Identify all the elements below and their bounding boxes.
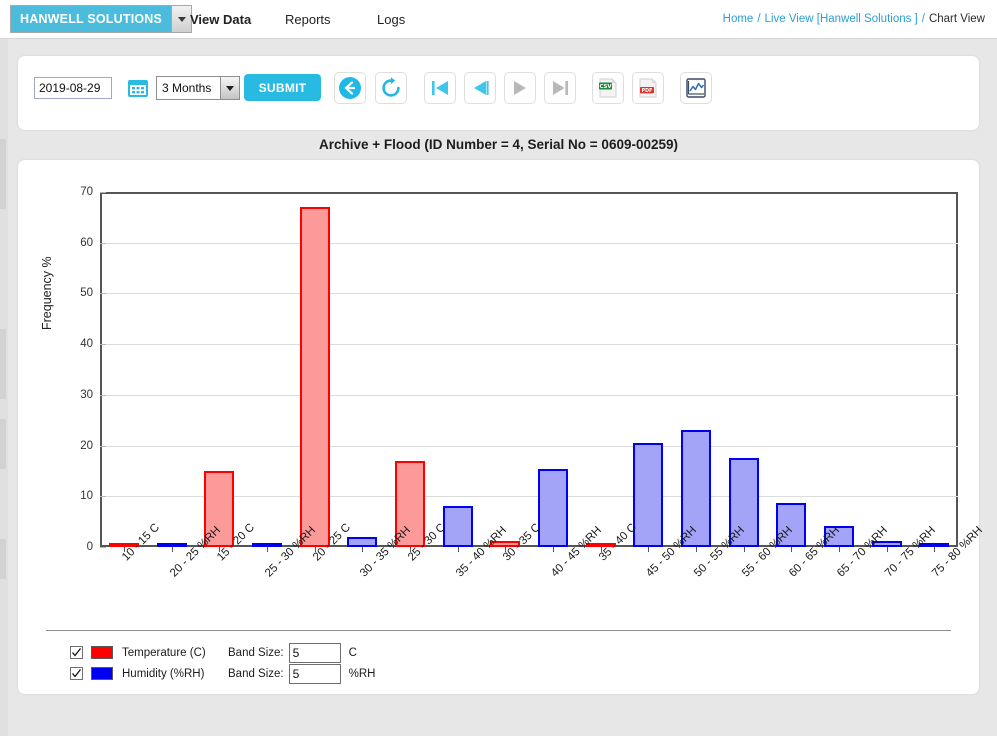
submit-button[interactable]: SUBMIT [244,74,321,101]
x-tick-mark [362,547,363,552]
breadcrumb-current: Chart View [929,13,985,25]
x-tick-mark [553,547,554,552]
x-tick-mark [172,547,173,552]
range-select-value: 3 Months [157,81,220,95]
x-tick-mark [267,547,268,552]
legend-row-humidity: Humidity (%RH) Band Size: %RH [70,663,383,684]
chart-bar[interactable] [633,443,663,547]
x-tick-mark [696,547,697,552]
y-tick-label: 70 [80,186,93,198]
temperature-legend-label: Temperature (C) [122,647,228,659]
previous-page-button[interactable] [464,72,496,104]
brand-label: HANWELL SOLUTIONS [11,6,171,32]
export-csv-button[interactable]: CSV [592,72,624,104]
last-page-button[interactable] [544,72,576,104]
range-select[interactable]: 3 Months [156,76,240,100]
chart-options-button[interactable] [680,72,712,104]
x-tick-mark [648,547,649,552]
toolbar-panel: 3 Months SUBMIT [18,56,979,130]
x-tick-mark [887,547,888,552]
humidity-checkbox[interactable] [70,667,83,680]
chart-title: Archive + Flood (ID Number = 4, Serial N… [0,137,997,152]
y-tick-label: 0 [87,541,93,553]
left-strip-tab [0,419,6,469]
y-tick-label: 30 [80,389,93,401]
refresh-button[interactable] [375,72,407,104]
legend-divider [46,630,951,631]
temperature-color-swatch [91,646,113,659]
y-tick-mark [100,243,106,244]
y-tick-label: 20 [80,440,93,452]
left-strip-tab [0,539,6,579]
left-strip-tab [0,329,6,399]
next-page-button[interactable] [504,72,536,104]
breadcrumb-separator: / [757,13,760,25]
gridline [100,395,958,396]
nav-item-logs[interactable]: Logs [377,12,405,27]
y-tick-mark [100,496,106,497]
chart-bar[interactable] [443,506,473,547]
brand-selector[interactable]: HANWELL SOLUTIONS [10,5,192,33]
y-tick-mark [100,395,106,396]
top-navigation-bar: HANWELL SOLUTIONS View Data Reports Logs… [0,0,997,39]
temperature-band-unit: C [349,647,383,659]
svg-text:CSV: CSV [599,84,612,90]
svg-text:PDF: PDF [642,88,653,94]
gridline [100,344,958,345]
x-tick-mark [934,547,935,552]
temperature-band-size-label: Band Size: [228,647,284,659]
breadcrumb-live-view[interactable]: Live View [Hanwell Solutions ] [765,13,918,25]
x-tick-mark [744,547,745,552]
temperature-checkbox[interactable] [70,646,83,659]
breadcrumb: Home/Live View [Hanwell Solutions ]/Char… [723,13,985,25]
y-tick-mark [100,446,106,447]
nav-item-reports[interactable]: Reports [285,12,331,27]
y-tick-label: 60 [80,237,93,249]
y-tick-label: 40 [80,338,93,350]
x-tick-mark [791,547,792,552]
y-tick-mark [100,293,106,294]
chart-panel: Frequency % 010203040506070 10 - 15 C20 … [18,160,979,694]
page-root: HANWELL SOLUTIONS View Data Reports Logs… [0,0,997,736]
gridline [100,293,958,294]
gridline [100,446,958,447]
humidity-band-size-label: Band Size: [228,668,284,680]
y-tick-mark [100,547,106,548]
y-tick-label: 10 [80,490,93,502]
chevron-down-icon[interactable] [171,6,191,32]
y-tick-mark [100,192,106,193]
humidity-band-unit: %RH [349,668,383,680]
back-button[interactable] [334,72,366,104]
breadcrumb-separator: / [922,13,925,25]
x-tick-mark [458,547,459,552]
y-tick-mark [100,344,106,345]
gridline [100,243,958,244]
nav-item-view-data[interactable]: View Data [190,12,251,27]
humidity-band-size-input[interactable] [289,664,341,684]
chart-legend: Temperature (C) Band Size: C Humidity (%… [70,642,383,684]
first-page-button[interactable] [424,72,456,104]
y-axis-label: Frequency % [40,256,54,330]
y-tick-label: 50 [80,287,93,299]
temperature-band-size-input[interactable] [289,643,341,663]
chart-bar[interactable] [300,207,330,547]
humidity-legend-label: Humidity (%RH) [122,668,228,680]
chevron-down-icon[interactable] [220,77,239,99]
calendar-icon[interactable] [128,78,148,98]
breadcrumb-home[interactable]: Home [723,13,754,25]
x-tick-mark [839,547,840,552]
legend-row-temperature: Temperature (C) Band Size: C [70,642,383,663]
humidity-color-swatch [91,667,113,680]
chart-bar[interactable] [347,537,377,547]
export-pdf-button[interactable]: PDF [632,72,664,104]
date-input[interactable] [34,77,112,99]
chart-bar[interactable] [538,469,568,547]
plot-area: 010203040506070 [100,192,958,547]
